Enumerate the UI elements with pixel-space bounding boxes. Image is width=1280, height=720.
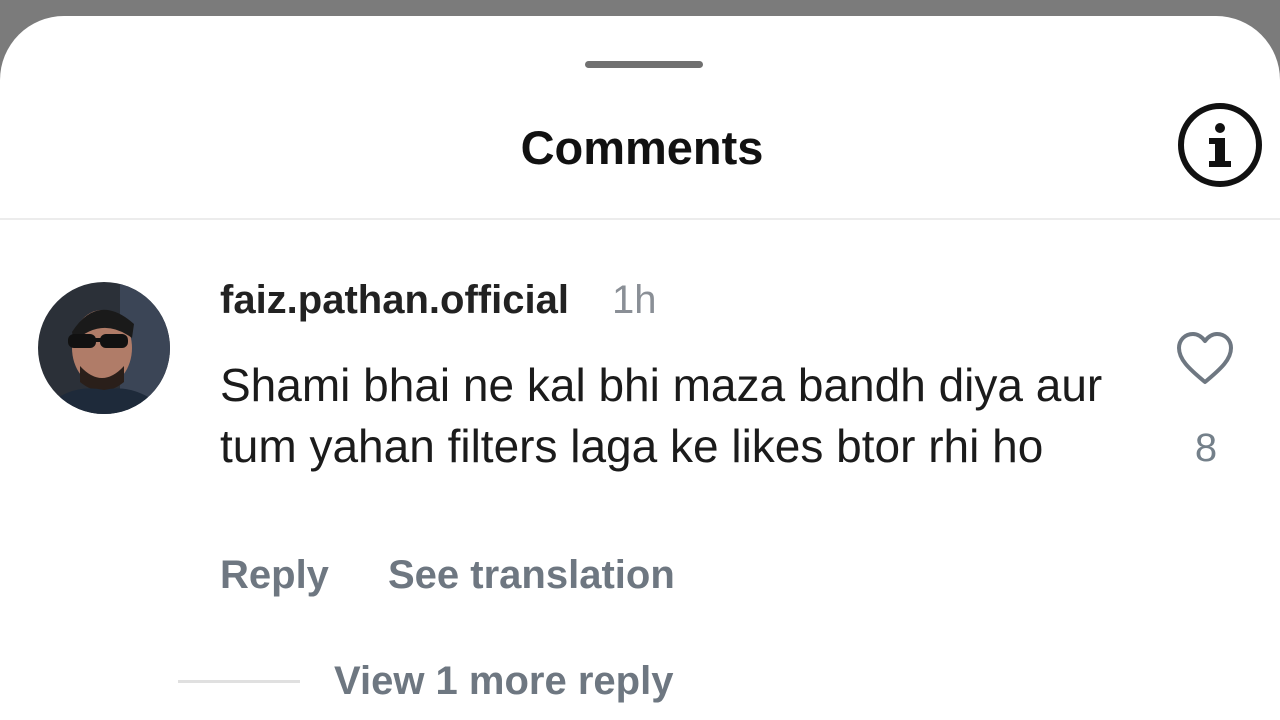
like-count: 8 [1194, 426, 1218, 470]
comment-timestamp: 1h [612, 278, 657, 322]
see-translation-button[interactable]: See translation [388, 553, 675, 598]
view-more-replies-button[interactable]: View 1 more reply [334, 659, 673, 704]
page-title: Comments [520, 121, 764, 174]
drag-handle[interactable] [585, 61, 703, 68]
comment-username[interactable]: faiz.pathan.official [220, 278, 569, 323]
heart-icon[interactable] [1174, 328, 1236, 390]
replies-divider-line [178, 680, 300, 683]
header-divider [0, 218, 1280, 220]
reply-button[interactable]: Reply [220, 553, 329, 598]
info-icon[interactable] [1176, 101, 1264, 189]
comment-text: Shami bhai ne kal bhi maza bandh diya au… [220, 359, 1103, 472]
comments-sheet: Comments faiz.pathan.official 1h Shami b… [0, 16, 1280, 720]
avatar[interactable] [38, 282, 170, 414]
